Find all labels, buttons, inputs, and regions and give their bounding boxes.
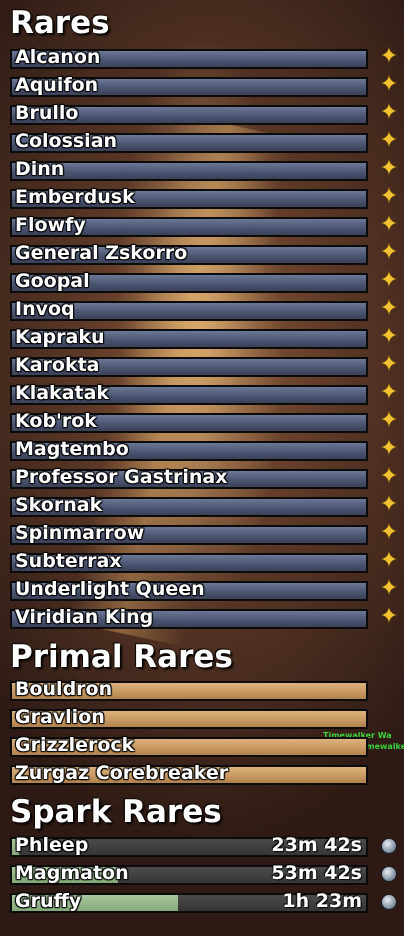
star-icon[interactable]: ✦ [379,214,399,236]
rare-name-label: Kapraku [15,326,105,348]
timer-text: 53m 42s [271,862,362,884]
rare-row[interactable]: Spinmarrow ✦ [10,522,398,545]
star-icon[interactable]: ✦ [379,494,399,516]
gear-icon[interactable] [381,838,397,854]
star-icon[interactable]: ✦ [379,382,399,404]
rare-row[interactable]: Colossian ✦ [10,130,398,153]
spark-rare-row[interactable]: Magmaton 53m 42s [10,862,397,885]
rare-row[interactable]: Viridian King ✦ [10,606,398,629]
rare-name-label: Phleep [15,834,89,856]
primal-rare-row[interactable]: Grizzlerock [10,734,368,757]
star-icon[interactable]: ✦ [379,158,399,180]
star-icon[interactable]: ✦ [379,354,399,376]
rare-name-label: Gruffy [15,890,82,912]
rare-row[interactable]: Kob'rok ✦ [10,410,398,433]
rare-name-label: Invoq [15,298,75,320]
rare-row[interactable]: Skornak ✦ [10,494,398,517]
rare-row[interactable]: Aquifon ✦ [10,74,398,97]
rare-name-label: Professor Gastrinax [15,466,228,488]
gear-icon[interactable] [381,866,397,882]
primal-rare-row[interactable]: Gravlion [10,706,368,729]
rare-name-label: Skornak [15,494,103,516]
rare-name-label: Brullo [15,102,79,124]
rare-name-label: Underlight Queen [15,578,205,600]
rare-row[interactable]: Invoq ✦ [10,298,398,321]
rare-name-label: Spinmarrow [15,522,145,544]
rare-name-label: Emberdusk [15,186,135,208]
rare-name-label: Flowfy [15,214,86,236]
star-icon[interactable]: ✦ [379,522,399,544]
rare-name-label: Aquifon [15,74,99,96]
rare-row[interactable]: Kapraku ✦ [10,326,398,349]
gear-icon[interactable] [381,894,397,910]
rare-row[interactable]: Alcanon ✦ [10,46,398,69]
spark-rare-row[interactable]: Gruffy 1h 23m [10,890,397,913]
rare-row[interactable]: Flowfy ✦ [10,214,398,237]
star-icon[interactable]: ✦ [379,298,399,320]
rare-name-label: Zurgaz Corebreaker [15,762,229,784]
rare-name-label: Magtembo [15,438,129,460]
rare-name-label: Kob'rok [15,410,97,432]
rare-row[interactable]: Klakatak ✦ [10,382,398,405]
spark-rares-heading: Spark Rares [10,794,222,830]
star-icon[interactable]: ✦ [379,186,399,208]
star-icon[interactable]: ✦ [379,130,399,152]
rare-row[interactable]: Karokta ✦ [10,354,398,377]
primal-rare-row[interactable]: Zurgaz Corebreaker [10,762,368,785]
star-icon[interactable]: ✦ [379,102,399,124]
rare-row[interactable]: Brullo ✦ [10,102,398,125]
star-icon[interactable]: ✦ [379,578,399,600]
rare-row[interactable]: Goopal ✦ [10,270,398,293]
star-icon[interactable]: ✦ [379,606,399,628]
star-icon[interactable]: ✦ [379,326,399,348]
rare-name-label: Bouldron [15,678,113,700]
rare-row[interactable]: Dinn ✦ [10,158,398,181]
rare-row[interactable]: Underlight Queen ✦ [10,578,398,601]
rare-name-label: Dinn [15,158,65,180]
rare-name-label: General Zskorro [15,242,188,264]
star-icon[interactable]: ✦ [379,410,399,432]
rare-row[interactable]: General Zskorro ✦ [10,242,398,265]
rare-name-label: Gravlion [15,706,105,728]
timer-text: 23m 42s [271,834,362,856]
rare-name-label: Colossian [15,130,118,152]
rare-row[interactable]: Emberdusk ✦ [10,186,398,209]
star-icon[interactable]: ✦ [379,466,399,488]
rare-name-label: Klakatak [15,382,110,404]
rare-name-label: Alcanon [15,46,101,68]
rare-name-label: Viridian King [15,606,154,628]
star-icon[interactable]: ✦ [379,46,399,68]
spark-rare-row[interactable]: Phleep 23m 42s [10,834,397,857]
timer-text: 1h 23m [282,890,362,912]
rare-name-label: Subterrax [15,550,122,572]
star-icon[interactable]: ✦ [379,550,399,572]
star-icon[interactable]: ✦ [379,270,399,292]
rare-row[interactable]: Subterrax ✦ [10,550,398,573]
star-icon[interactable]: ✦ [379,74,399,96]
rare-name-label: Karokta [15,354,100,376]
primal-rare-row[interactable]: Bouldron [10,678,368,701]
rares-heading: Rares [10,5,110,41]
star-icon[interactable]: ✦ [379,242,399,264]
rare-row[interactable]: Professor Gastrinax ✦ [10,466,398,489]
rare-row[interactable]: Magtembo ✦ [10,438,398,461]
star-icon[interactable]: ✦ [379,438,399,460]
rare-name-label: Goopal [15,270,90,292]
rare-name-label: Grizzlerock [15,734,135,756]
primal-rares-heading: Primal Rares [10,639,233,675]
rare-name-label: Magmaton [15,862,129,884]
